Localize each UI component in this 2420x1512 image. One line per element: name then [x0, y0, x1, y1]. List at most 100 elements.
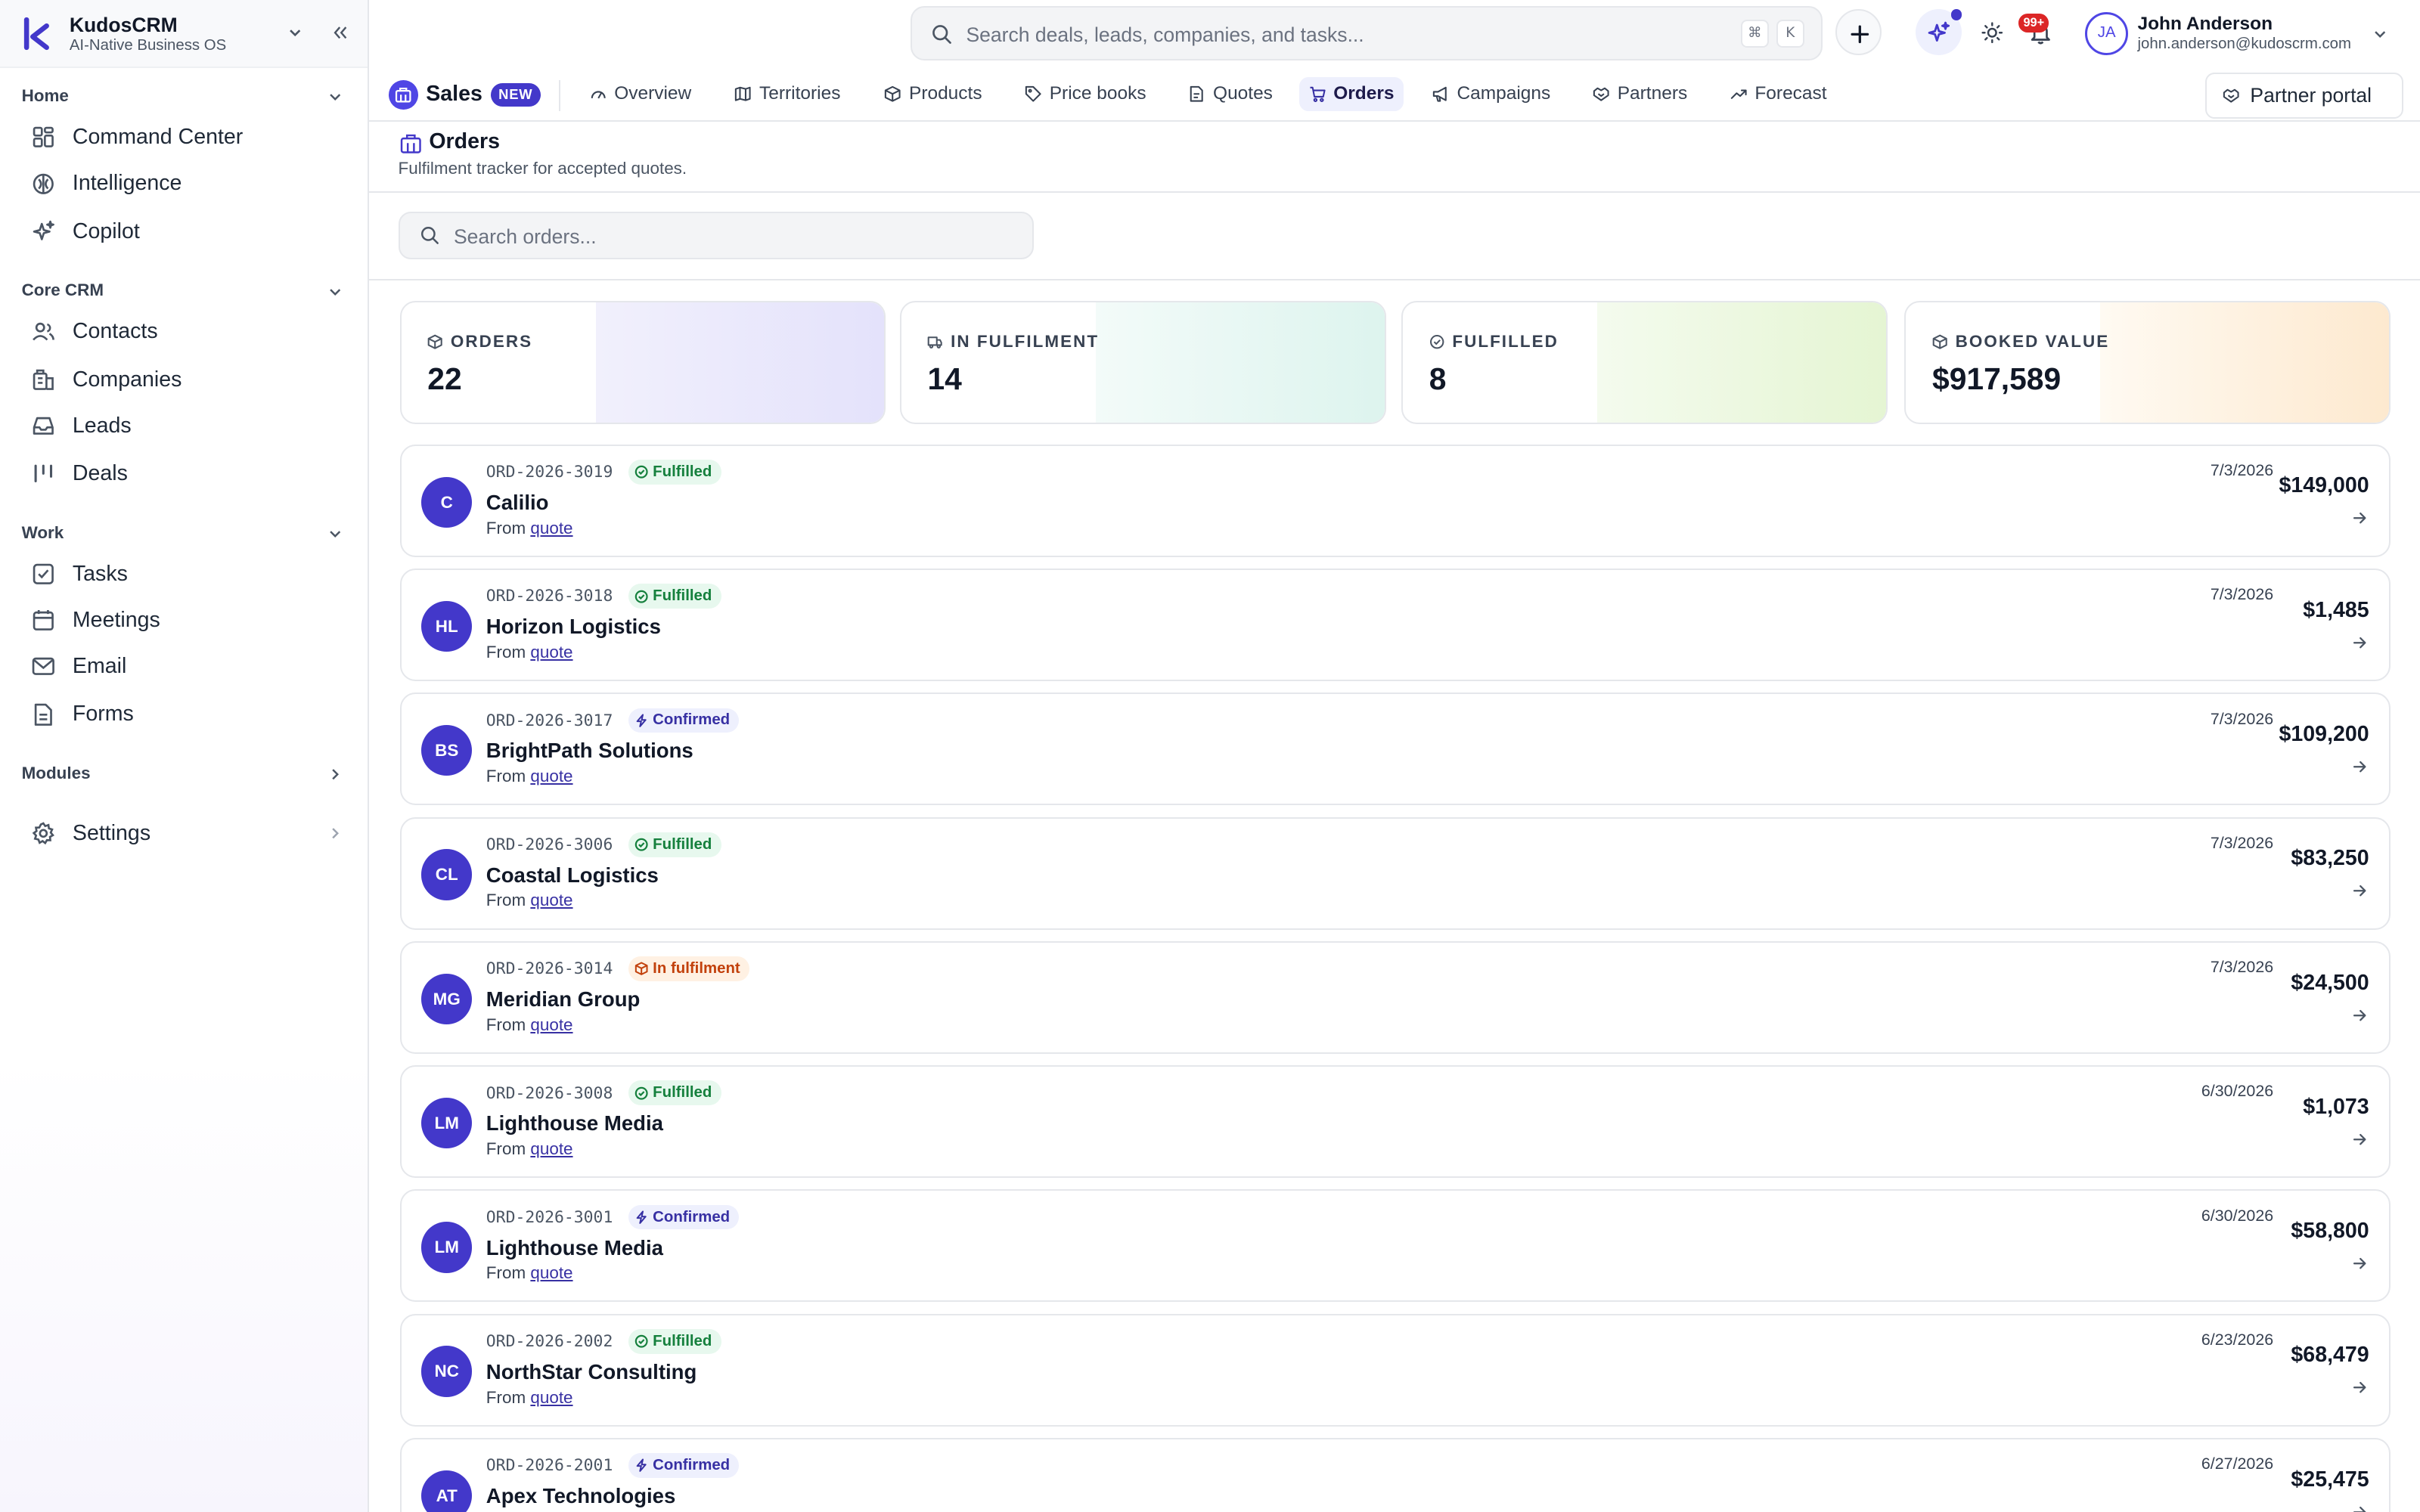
arrow-right-icon[interactable] — [2352, 883, 2367, 898]
quote-link[interactable]: quote — [530, 1263, 572, 1282]
tab-price-books[interactable]: Price books — [1016, 77, 1156, 111]
arrow-right-icon[interactable] — [2352, 1380, 2367, 1395]
order-row[interactable]: AT ORD-2026-2001 Confirmed Apex Technologie… — [399, 1437, 2391, 1512]
arrow-right-icon[interactable] — [2352, 1008, 2367, 1023]
section-title-work[interactable]: Work — [22, 523, 64, 543]
tab-label: Territories — [759, 83, 841, 104]
tab-partners[interactable]: Partners — [1584, 77, 1697, 111]
sidebar-item-label: Copilot — [72, 218, 140, 243]
order-row[interactable]: CL ORD-2026-3006 Fulfilled Coastal Logistic… — [399, 816, 2391, 930]
order-row[interactable]: BS ORD-2026-3017 Confirmed BrightPath Solut… — [399, 692, 2391, 806]
order-id: ORD-2026-3017 — [486, 711, 613, 730]
arrow-right-icon[interactable] — [2352, 1504, 2367, 1512]
collapse-sidebar-icon[interactable] — [330, 23, 349, 42]
sidebar-item-intelligence[interactable]: Intelligence — [31, 165, 340, 202]
cart-icon — [1310, 87, 1326, 103]
status-badge: Confirmed — [628, 1453, 740, 1478]
section-title-home[interactable]: Home — [22, 86, 69, 106]
partner-portal-button[interactable]: Partner portal — [2205, 72, 2403, 119]
company-name[interactable]: NorthStar Consulting — [486, 1360, 697, 1384]
company-name[interactable]: Horizon Logistics — [486, 615, 661, 639]
tab-quotes[interactable]: Quotes — [1179, 77, 1282, 111]
tab-overview[interactable]: Overview — [580, 77, 700, 111]
tab-campaigns[interactable]: Campaigns — [1423, 77, 1560, 111]
chevron-down-icon[interactable] — [327, 526, 343, 541]
top-bar: Search deals, leads, companies, and task… — [368, 0, 2420, 68]
user-name[interactable]: John Anderson — [2138, 14, 2273, 35]
sidebar-item-leads[interactable]: Leads — [31, 407, 340, 445]
chevron-down-icon[interactable] — [327, 284, 343, 299]
company-name[interactable]: Calilio — [486, 491, 549, 515]
quote-link[interactable]: quote — [530, 767, 572, 785]
tab-orders[interactable]: Orders — [1299, 77, 1404, 111]
brand-switcher[interactable]: KudosCRM AI-Native Business OS — [0, 0, 368, 68]
quote-link[interactable]: quote — [530, 519, 572, 538]
truck-icon — [928, 336, 943, 349]
company-name[interactable]: Lighthouse Media — [486, 1111, 663, 1136]
order-date: 6/30/2026 — [2201, 1082, 2274, 1101]
order-row[interactable]: C ORD-2026-3019 Fulfilled Calilio From quote… — [399, 444, 2391, 557]
sidebar-item-meetings[interactable]: Meetings — [31, 602, 340, 639]
company-name[interactable]: Coastal Logistics — [486, 863, 659, 888]
order-row[interactable]: NC ORD-2026-2002 Fulfilled NorthStar Consul… — [399, 1313, 2391, 1427]
company-name[interactable]: Apex Technologies — [486, 1484, 676, 1508]
sidebar-item-deals[interactable]: Deals — [31, 455, 340, 492]
company-name[interactable]: Lighthouse Media — [486, 1236, 663, 1260]
sidebar-item-settings[interactable]: Settings — [31, 815, 340, 852]
order-row[interactable]: LM ORD-2026-3001 Confirmed Lighthouse Media… — [399, 1189, 2391, 1303]
status-badge: Fulfilled — [628, 584, 721, 609]
company-name[interactable]: Meridian Group — [486, 987, 641, 1012]
sun-icon[interactable] — [1981, 21, 2003, 44]
tab-territories[interactable]: Territories — [725, 77, 850, 111]
user-avatar[interactable]: JA — [2085, 12, 2129, 56]
company-name[interactable]: BrightPath Solutions — [486, 739, 693, 763]
order-search-input[interactable]: Search orders... — [398, 211, 1035, 259]
kpi-card-orders: ORDERS 22 — [399, 300, 886, 425]
quote-link[interactable]: quote — [530, 1139, 572, 1158]
chevron-right-icon[interactable] — [327, 767, 343, 782]
sidebar-item-contacts[interactable]: Contacts — [31, 313, 340, 350]
sidebar-item-copilot[interactable]: Copilot — [31, 213, 340, 250]
module-tab-bar: Sales NEW Overview Territories Products … — [368, 67, 2420, 122]
quote-link[interactable]: quote — [530, 891, 572, 909]
section-title-core-crm[interactable]: Core CRM — [22, 280, 104, 300]
arrow-right-icon[interactable] — [2352, 635, 2367, 650]
quote-link[interactable]: quote — [530, 643, 572, 662]
chevron-right-icon[interactable] — [327, 826, 343, 841]
chevron-down-icon[interactable] — [327, 89, 343, 104]
arrow-right-icon[interactable] — [2352, 759, 2367, 774]
status-badge: Confirmed — [628, 708, 740, 733]
sidebar-item-command-center[interactable]: Command Center — [31, 119, 340, 156]
sidebar-item-forms[interactable]: Forms — [31, 696, 340, 733]
quote-link[interactable]: quote — [530, 1015, 572, 1034]
grid-icon — [33, 127, 54, 148]
kpi-value: 14 — [927, 361, 962, 396]
global-search-input[interactable]: Search deals, leads, companies, and task… — [911, 6, 1823, 60]
arrow-right-icon[interactable] — [2352, 1256, 2367, 1271]
sidebar-item-tasks[interactable]: Tasks — [31, 556, 340, 593]
chevron-down-icon[interactable] — [2372, 26, 2387, 42]
tab-label: Overview — [614, 83, 692, 104]
order-row[interactable]: HL ORD-2026-3018 Fulfilled Horizon Logistic… — [399, 569, 2391, 681]
chevron-down-icon[interactable] — [287, 25, 302, 40]
order-row[interactable]: MG ORD-2026-3014 In fulfilment Meridian Gro… — [399, 940, 2391, 1054]
arrow-right-icon[interactable] — [2352, 510, 2367, 525]
arrow-right-icon[interactable] — [2352, 1132, 2367, 1147]
module-title[interactable]: Sales — [426, 82, 482, 107]
section-title-modules[interactable]: Modules — [22, 764, 91, 783]
sidebar-item-label: Tasks — [72, 561, 128, 586]
company-avatar: BS — [421, 725, 473, 776]
tab-products[interactable]: Products — [875, 77, 991, 111]
sparkles-icon — [1928, 21, 1950, 42]
order-row[interactable]: LM ORD-2026-3008 Fulfilled Lighthouse Media… — [399, 1065, 2391, 1179]
tab-forecast[interactable]: Forecast — [1720, 77, 1835, 111]
sidebar: KudosCRM AI-Native Business OS Home Comm… — [0, 0, 369, 1512]
sidebar-item-email[interactable]: Email — [31, 648, 340, 685]
sidebar-item-companies[interactable]: Companies — [31, 361, 340, 398]
company-avatar: NC — [421, 1346, 473, 1397]
quote-link[interactable]: quote — [530, 1388, 572, 1407]
order-id: ORD-2026-2001 — [486, 1456, 613, 1476]
check-circle-icon — [1429, 334, 1444, 349]
create-new-button[interactable] — [1835, 9, 1882, 56]
global-search-placeholder: Search deals, leads, companies, and task… — [966, 23, 1364, 46]
